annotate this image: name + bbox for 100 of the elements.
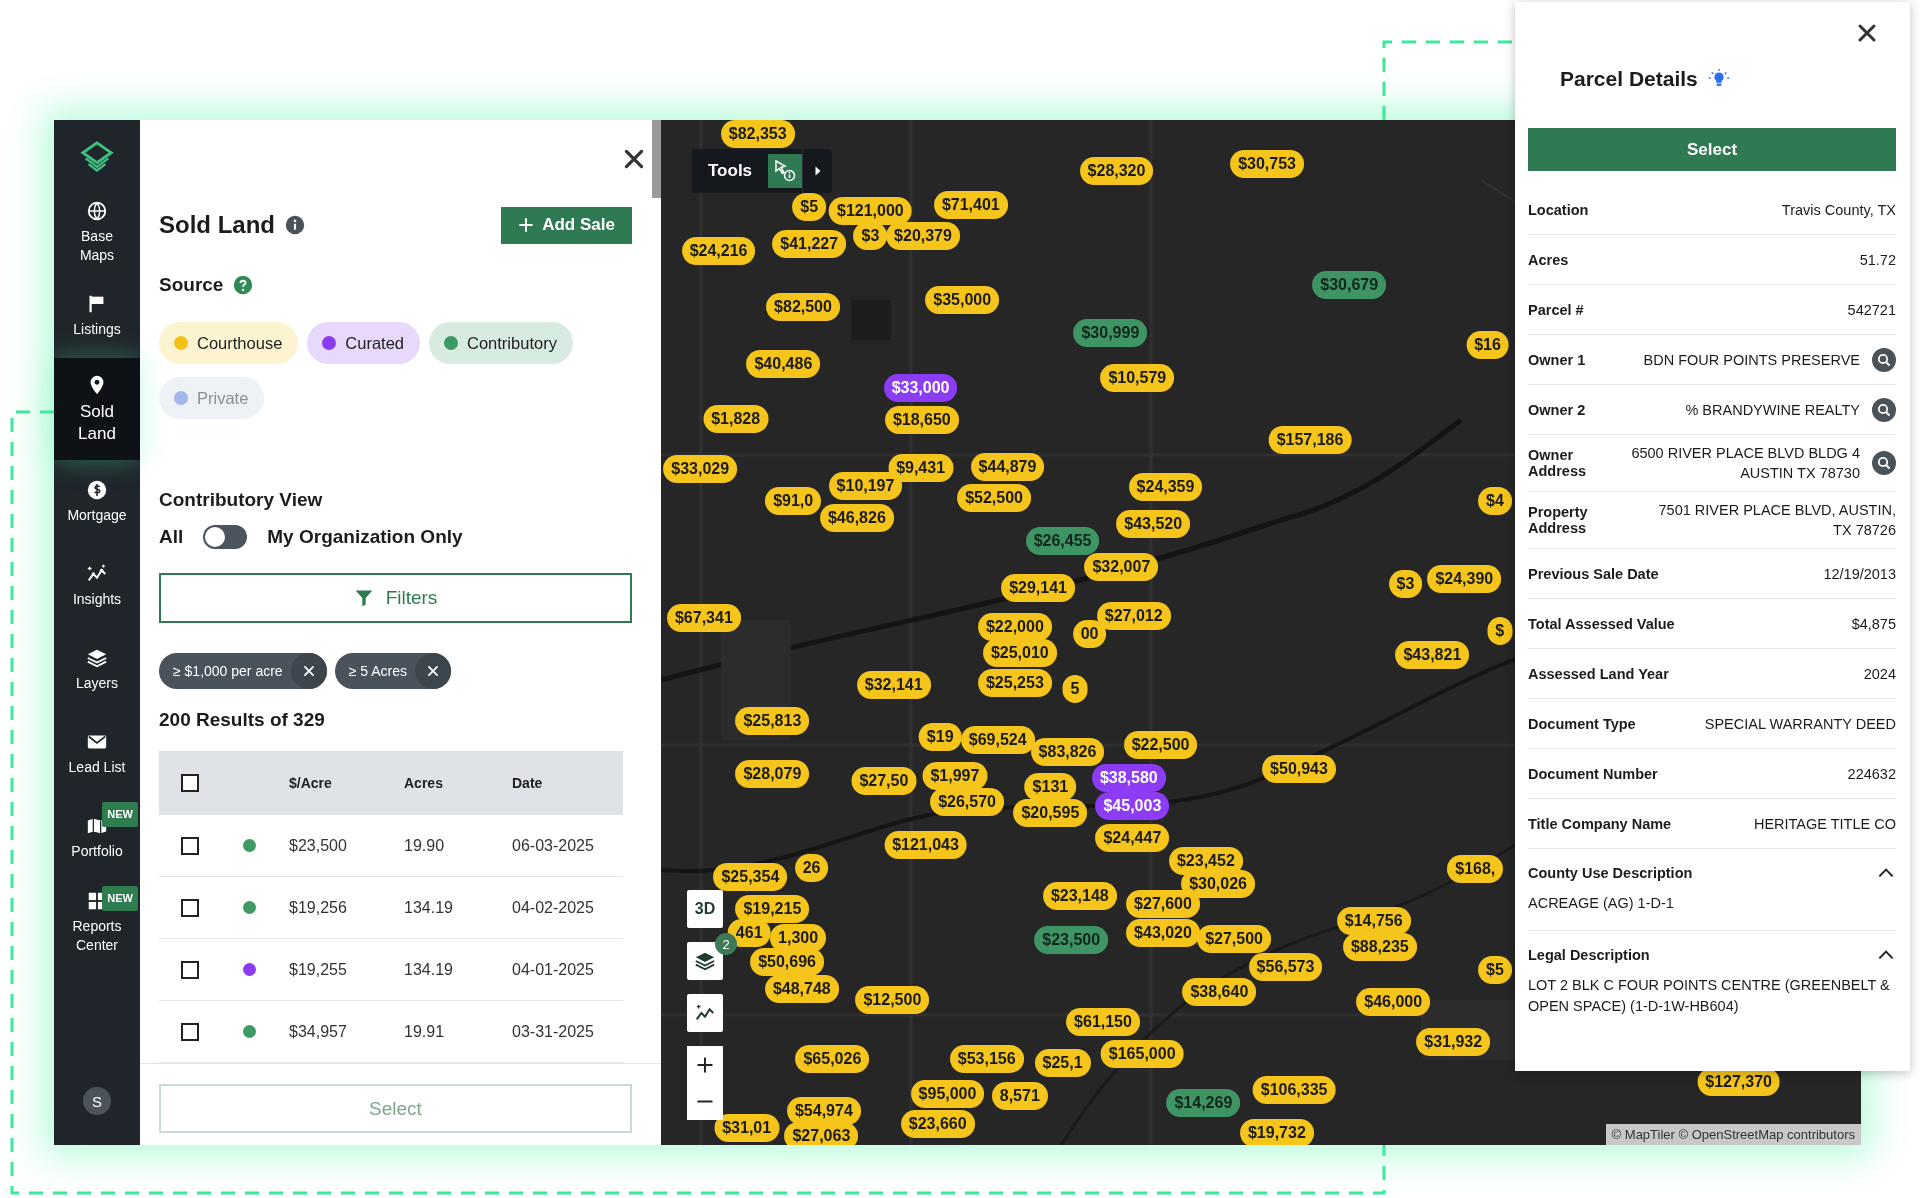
help-icon — [233, 275, 254, 295]
table-cell-text: 134.19 — [403, 898, 454, 917]
price-marker[interactable]: $23,148 — [1042, 882, 1117, 911]
price-marker[interactable]: $20,595 — [1013, 799, 1088, 828]
user-avatar[interactable]: S — [83, 1087, 111, 1115]
identify-tool-button[interactable] — [768, 154, 803, 188]
layers-icon — [86, 647, 108, 669]
price-marker[interactable]: $25,813 — [735, 707, 810, 736]
search-icon — [1872, 397, 1896, 422]
price-marker[interactable]: $23,660 — [900, 1110, 975, 1139]
search-button[interactable] — [1872, 451, 1896, 475]
remove-filter-button[interactable] — [290, 653, 327, 689]
column-header[interactable]: Acres — [392, 775, 500, 791]
search-button[interactable] — [1872, 347, 1896, 372]
price-marker[interactable]: $20,379 — [886, 222, 960, 251]
filter-tag[interactable]: ≥ $1,000 per acre — [159, 653, 327, 689]
column-header[interactable]: $/Acre — [277, 775, 392, 791]
price-marker[interactable]: $50,696 — [750, 948, 824, 977]
price-marker[interactable]: $27,500 — [1197, 925, 1271, 954]
nav-item[interactable]: Lead List — [54, 712, 140, 796]
search-button[interactable] — [1872, 397, 1896, 422]
price-marker[interactable]: $30,753 — [1230, 150, 1304, 179]
price-marker[interactable]: $82,353 — [720, 120, 795, 148]
price-marker[interactable]: $33,000 — [883, 374, 958, 403]
table-cell-text: 19.90 — [403, 836, 446, 855]
add-sale-button[interactable]: Add Sale — [501, 206, 632, 244]
nav-item[interactable]: Sold Land — [54, 358, 140, 460]
layers-button[interactable] — [687, 942, 723, 980]
price-marker[interactable]: $48,748 — [764, 975, 839, 1004]
price-marker[interactable]: $25,253 — [977, 669, 1052, 698]
source-chip[interactable]: Courthouse — [159, 322, 299, 364]
filter-tag-label: ≥ $1,000 per acre — [173, 663, 283, 679]
price-marker[interactable]: $67,341 — [666, 604, 741, 633]
nav-item[interactable]: Base Maps — [54, 190, 140, 274]
source-chip[interactable]: Curated — [307, 322, 420, 364]
price-marker[interactable]: $26,455 — [1025, 527, 1100, 556]
price-marker[interactable]: $43,821 — [1395, 641, 1470, 670]
insights-button[interactable] — [687, 994, 723, 1032]
price-marker[interactable]: $23,500 — [1034, 926, 1109, 955]
filters-button[interactable]: Filters — [159, 573, 632, 623]
row-checkbox[interactable] — [181, 898, 199, 917]
remove-filter-button[interactable] — [414, 653, 451, 689]
price-marker[interactable]: $53,156 — [949, 1045, 1024, 1074]
price-marker[interactable]: $24,216 — [681, 237, 756, 265]
filter-tag-label: ≥ 5 Acres — [348, 663, 407, 679]
price-marker[interactable]: $165,000 — [1100, 1040, 1184, 1069]
price-marker[interactable]: $26,570 — [930, 788, 1004, 816]
nav-item[interactable]: Listings — [54, 274, 140, 358]
price-marker[interactable]: $12,500 — [855, 986, 930, 1015]
price-marker[interactable]: $24,359 — [1128, 473, 1203, 502]
nav-item[interactable]: Mortgage — [54, 460, 140, 544]
toolbar-label: Tools — [707, 161, 754, 181]
cursor-info-icon — [773, 159, 798, 183]
price-marker[interactable]: $50,943 — [1262, 755, 1336, 783]
price-marker[interactable]: $10,579 — [1100, 364, 1175, 393]
price-marker[interactable]: $65,026 — [795, 1045, 870, 1074]
price-marker[interactable]: $30,679 — [1312, 271, 1387, 300]
price-marker[interactable]: $27,063 — [784, 1122, 859, 1145]
source-chip[interactable]: Contributory — [429, 322, 573, 364]
search-icon — [1872, 451, 1896, 475]
3d-button[interactable]: 3D — [687, 890, 723, 928]
section-label: Source — [159, 274, 224, 296]
nav-item[interactable]: Insights — [54, 544, 140, 628]
row-checkbox[interactable] — [181, 836, 199, 855]
scrollbar-thumb[interactable] — [652, 120, 661, 198]
column-header[interactable]: Date — [500, 775, 623, 791]
row-checkbox[interactable] — [181, 960, 199, 979]
toggle-switch[interactable] — [203, 525, 248, 549]
price-marker[interactable]: $46,826 — [819, 504, 894, 532]
price-marker[interactable]: $168, — [1447, 855, 1504, 884]
select-button[interactable]: Select — [1528, 128, 1896, 171]
nav-item[interactable]: NEW Reports Center — [54, 880, 140, 964]
nav-item[interactable]: NEW Portfolio — [54, 796, 140, 880]
field-value: 51.72 — [1859, 250, 1896, 270]
price-marker[interactable]: $82,500 — [766, 293, 840, 322]
toggle-label: All — [159, 526, 184, 548]
price-marker[interactable]: $14,269 — [1166, 1089, 1241, 1118]
field-value: $4,875 — [1851, 614, 1896, 634]
row-checkbox[interactable] — [181, 1022, 199, 1041]
price-marker[interactable]: $33,029 — [663, 455, 738, 483]
price-marker[interactable]: $61,150 — [1066, 1008, 1140, 1037]
nav-item[interactable]: Layers — [54, 628, 140, 712]
price-marker[interactable]: $52,500 — [957, 484, 1031, 513]
price-marker[interactable]: $18,650 — [884, 406, 959, 434]
price-marker[interactable]: $35,000 — [925, 286, 1000, 314]
price-marker[interactable]: $43,020 — [1126, 919, 1200, 948]
price-marker[interactable]: $27,50 — [851, 767, 917, 796]
toggle-label: My Organization Only — [267, 526, 463, 548]
price-marker[interactable]: $24,390 — [1427, 565, 1502, 594]
price-marker[interactable]: $31,932 — [1416, 1028, 1491, 1056]
panel-title: Parcel Details — [1560, 67, 1698, 91]
price-marker[interactable]: $43,520 — [1116, 510, 1191, 539]
filter-tag[interactable]: ≥ 5 Acres — [334, 653, 451, 689]
table-cell-text: $34,957 — [288, 1022, 348, 1041]
plus-icon — [696, 1055, 714, 1074]
price-marker[interactable]: $56,573 — [1248, 953, 1323, 982]
select-all-checkbox[interactable] — [181, 774, 199, 792]
price-marker[interactable]: $28,320 — [1079, 157, 1154, 186]
field-label: Property Address — [1528, 504, 1589, 536]
price-marker[interactable]: $30,999 — [1073, 319, 1148, 348]
